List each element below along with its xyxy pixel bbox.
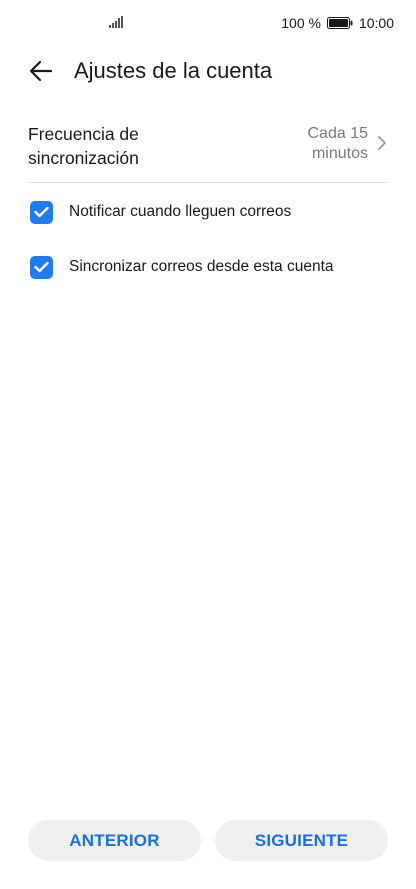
notify-checkbox[interactable] xyxy=(30,200,53,224)
sync-frequency-value: Cada 15 minutos xyxy=(307,125,369,162)
sync-frequency-label: Frecuencia de sincronización xyxy=(28,124,139,168)
divider xyxy=(28,182,388,183)
sync-option-label: Sincronizar correos desde esta cuenta xyxy=(69,258,334,275)
battery-icon xyxy=(326,17,353,29)
notify-option-row[interactable]: Notificar cuando lleguen correos xyxy=(30,198,390,226)
status-right: 100 % 10:00 xyxy=(281,15,394,31)
notify-option-label: Notificar cuando lleguen correos xyxy=(69,203,292,220)
sync-checkbox[interactable] xyxy=(30,255,53,279)
arrow-left-icon[interactable] xyxy=(28,58,54,84)
clock: 10:00 xyxy=(358,15,394,31)
sync-frequency-row[interactable]: Frecuencia de sincronización Cada 15 min… xyxy=(28,120,388,182)
chevron-right-icon xyxy=(378,136,386,150)
next-button[interactable]: SIGUIENTE xyxy=(215,820,388,861)
sync-option-row[interactable]: Sincronizar correos desde esta cuenta xyxy=(30,253,390,281)
check-icon xyxy=(34,206,49,218)
check-icon xyxy=(34,261,49,273)
page-title: Ajustes de la cuenta xyxy=(74,58,273,83)
signal-icon xyxy=(109,16,123,28)
previous-button[interactable]: ANTERIOR xyxy=(28,820,201,861)
status-bar: 100 % 10:00 xyxy=(0,0,416,48)
battery-percent: 100 % xyxy=(281,15,321,31)
app-bar: Ajustes de la cuenta xyxy=(0,52,416,92)
